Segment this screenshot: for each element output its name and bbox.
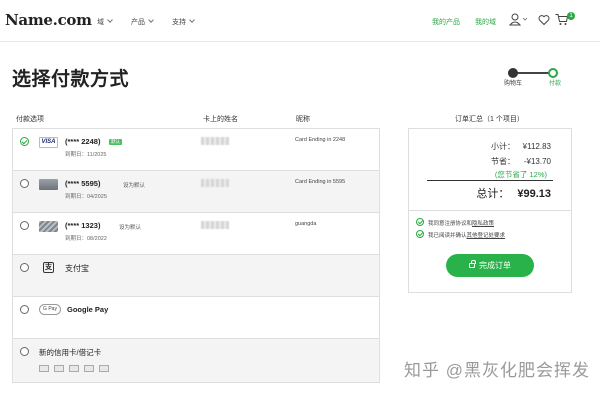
radio-icon[interactable] xyxy=(20,179,29,188)
card-nickname: Card Ending in 5595 xyxy=(295,179,346,185)
nav-label: 支持 xyxy=(172,19,186,26)
subtotal-row: 小计： ¥112.83 xyxy=(491,141,551,152)
nav-label: 产品 xyxy=(131,19,145,26)
my-products-link[interactable]: 我的产品 xyxy=(432,17,460,27)
card-holder-name-blurred xyxy=(201,179,229,187)
accepted-cards xyxy=(39,359,114,377)
payment-option-card-5595[interactable]: (**** 5595) 设为默认 到期日：04/2025 Card Ending… xyxy=(13,171,379,213)
radio-icon[interactable] xyxy=(20,305,29,314)
mastercard-icon xyxy=(54,365,64,372)
payment-option-card-1323[interactable]: (**** 1323) 设为默认 到期日：08/2022 guangda xyxy=(13,213,379,255)
card-expiry: 到期日：11/2025 xyxy=(65,152,107,158)
agree-terms-check-icon[interactable] xyxy=(416,218,424,226)
amex-card-icon xyxy=(69,365,79,372)
card-nickname: Card Ending in 2248 xyxy=(295,137,346,143)
complete-order-label: 完成订单 xyxy=(479,261,511,270)
nav-support[interactable]: 支持 xyxy=(172,17,195,27)
credit-card-icon xyxy=(39,179,58,190)
top-header: Name.com 域 产品 支持 我的产品 我的域 1 xyxy=(0,0,600,42)
card-holder-name-blurred xyxy=(201,221,229,229)
agree-registry-prefix: 我已阅读并确认 xyxy=(428,233,467,239)
total-value: ¥99.13 xyxy=(517,188,551,200)
chevron-down-icon xyxy=(107,17,113,23)
savings-value: -¥13.70 xyxy=(523,157,551,166)
radio-icon[interactable] xyxy=(20,347,29,356)
card-number: (**** 5595) xyxy=(65,179,101,188)
progress-label-payment: 付款 xyxy=(549,81,562,87)
order-summary-title: 订单汇总（1 个项目） xyxy=(455,116,524,123)
payment-option-new-card[interactable]: 新的信用卡/借记卡 xyxy=(13,339,379,382)
checkout-progress: 购物车 付款 xyxy=(504,68,562,88)
discover-card-icon xyxy=(84,365,94,372)
nav-products[interactable]: 产品 xyxy=(131,17,154,27)
google-pay-label: Google Pay xyxy=(67,305,109,314)
privacy-policy-link[interactable]: 隐私政策 xyxy=(472,221,494,227)
alipay-icon: 支 xyxy=(43,262,54,273)
generic-card-icon xyxy=(99,365,109,372)
nav-domains[interactable]: 域 xyxy=(97,17,113,27)
site-logo[interactable]: Name.com xyxy=(5,11,92,29)
radio-icon[interactable] xyxy=(20,221,29,230)
section-divider xyxy=(409,210,571,211)
chevron-down-icon xyxy=(148,17,154,23)
card-holder-name-blurred xyxy=(201,137,229,145)
page-title: 选择付款方式 xyxy=(12,69,130,90)
complete-order-button[interactable]: 完成订单 xyxy=(446,254,534,277)
savings-percent: (您节省了 12%) xyxy=(494,170,547,179)
lock-icon xyxy=(469,260,476,268)
registry-requirements-link[interactable]: 其他登记处要求 xyxy=(467,233,506,239)
agree-registry-check-icon[interactable] xyxy=(416,230,424,238)
visa-card-icon xyxy=(39,365,49,372)
total-label: 总计： xyxy=(476,188,510,200)
column-nickname: 昵称 xyxy=(296,116,310,123)
progress-label-cart: 购物车 xyxy=(504,81,523,87)
payment-option-visa-2248[interactable]: VISA (**** 2248) 默认 到期日：11/2025 Card End… xyxy=(13,129,379,171)
payment-option-alipay[interactable]: 支 支付宝 xyxy=(13,255,379,297)
set-default-link[interactable]: 设为默认 xyxy=(119,223,141,231)
set-default-link[interactable]: 设为默认 xyxy=(123,181,145,189)
nav-label: 域 xyxy=(97,19,104,26)
user-icon[interactable] xyxy=(508,13,529,32)
progress-step-payment xyxy=(548,68,558,78)
savings-row: 节省： -¥13.70 xyxy=(491,156,551,167)
column-name-on-card: 卡上的姓名 xyxy=(203,116,238,123)
column-payment-options: 付款选项 xyxy=(16,116,44,123)
default-badge: 默认 xyxy=(109,139,122,145)
cart-count-badge: 1 xyxy=(567,12,575,20)
watermark: 知乎 @黑灰化肥会挥发 xyxy=(404,361,590,380)
card-number: (**** 1323) xyxy=(65,221,101,230)
subtotal-label: 小计： xyxy=(491,142,515,151)
savings-label: 节省： xyxy=(491,157,515,166)
chevron-down-icon xyxy=(189,17,195,23)
agree-registry-text: 我已阅读并确认其他登记处要求 xyxy=(428,231,505,239)
order-summary-panel: 小计： ¥112.83 节省： -¥13.70 (您节省了 12%) 总计： ¥99.… xyxy=(408,128,572,293)
credit-card-icon xyxy=(39,221,58,232)
heart-icon[interactable] xyxy=(538,13,550,31)
alipay-label: 支付宝 xyxy=(65,264,89,273)
card-expiry: 到期日：04/2025 xyxy=(65,194,107,200)
summary-divider xyxy=(427,180,553,181)
total-row: 总计： ¥99.13 xyxy=(476,185,551,201)
agree-terms-text: 我同意注册协议和隐私政策 xyxy=(428,219,494,227)
card-expiry: 到期日：08/2022 xyxy=(65,236,107,242)
progress-step-cart xyxy=(508,68,518,78)
google-pay-icon: G Pay xyxy=(39,304,61,315)
visa-card-icon: VISA xyxy=(39,137,58,148)
radio-selected-icon[interactable] xyxy=(20,137,29,146)
radio-icon[interactable] xyxy=(20,263,29,272)
card-number: (**** 2248) xyxy=(65,137,101,146)
subtotal-value: ¥112.83 xyxy=(522,142,551,151)
payment-options-list: VISA (**** 2248) 默认 到期日：11/2025 Card End… xyxy=(12,128,380,383)
my-domains-link[interactable]: 我的域 xyxy=(475,17,496,27)
card-nickname: guangda xyxy=(295,221,317,227)
new-card-label: 新的信用卡/借记卡 xyxy=(39,348,102,357)
agree-terms-prefix: 我同意注册协议和 xyxy=(428,221,473,227)
payment-option-google-pay[interactable]: G Pay Google Pay xyxy=(13,297,379,339)
